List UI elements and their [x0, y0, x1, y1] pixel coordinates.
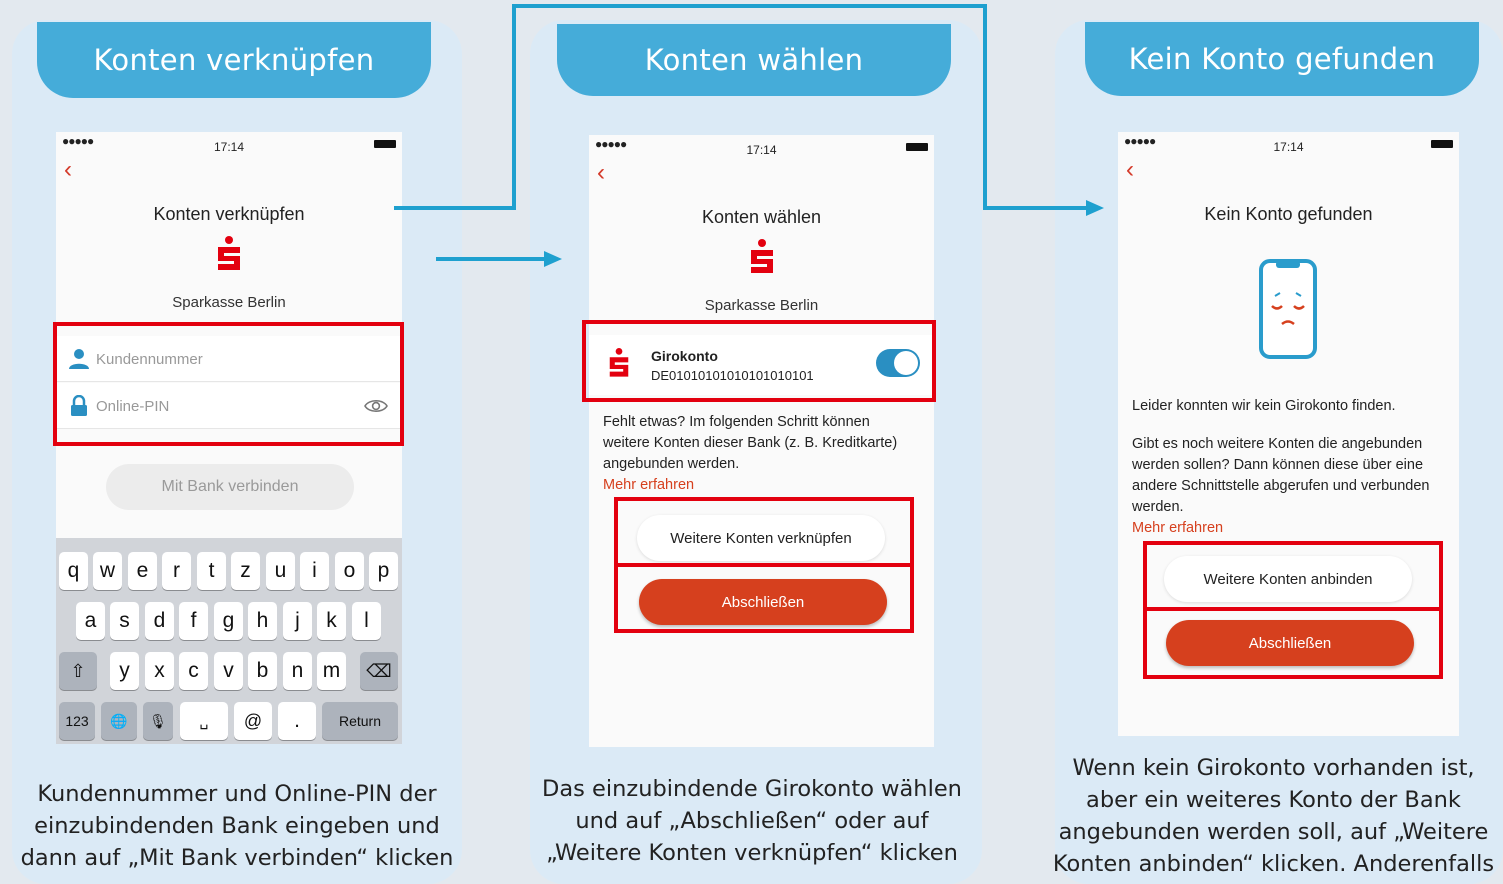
key[interactable]: n [283, 652, 312, 690]
key[interactable]: v [214, 652, 243, 690]
highlight-finish-button [614, 563, 914, 633]
key[interactable]: y [110, 652, 139, 690]
info-text-body: Fehlt etwas? Im folgenden Schritt können… [603, 414, 898, 472]
highlight-account [582, 320, 936, 402]
info-text-body: Gibt es noch weitere Konten die angebund… [1132, 436, 1430, 515]
flow-arrow-1-head-icon [544, 251, 562, 267]
phone-screen-choose: ●●●●● 17:14 ‹ Konten wählen Sparkasse Be… [589, 135, 934, 747]
back-icon[interactable]: ‹ [597, 161, 605, 185]
bank-name: Sparkasse Berlin [172, 294, 286, 311]
at-key[interactable]: @ [234, 702, 272, 740]
flow-arrow-2-head-icon [1086, 200, 1104, 216]
sparkasse-logo-icon [750, 239, 773, 273]
highlight-finish-button [1143, 607, 1443, 679]
more-info-link[interactable]: Mehr erfahren [1132, 518, 1450, 539]
status-time: 17:14 [213, 140, 245, 154]
return-key[interactable]: Return [322, 702, 398, 740]
key[interactable]: w [93, 552, 122, 590]
page-title: Konten wählen [701, 207, 822, 227]
key[interactable]: p [369, 552, 398, 590]
key[interactable]: j [283, 602, 312, 640]
step-caption-none-found: Wenn kein Girokonto vorhanden ist, aber … [1052, 755, 1495, 884]
key[interactable]: g [214, 602, 243, 640]
step-header-choose: Konten wählen [557, 24, 951, 96]
flow-arrow-2-seg-e [983, 206, 1089, 210]
key[interactable]: s [110, 602, 139, 640]
highlight-login-fields [53, 322, 404, 446]
key[interactable]: f [179, 602, 208, 640]
key[interactable]: u [266, 552, 295, 590]
more-info-link[interactable]: Mehr erfahren [603, 475, 913, 496]
on-screen-keyboard: q w e r t z u i o p a s d f g h j k l ⇧ … [56, 538, 402, 744]
sparkasse-logo-icon [218, 236, 240, 270]
bank-name: Sparkasse Berlin [704, 297, 819, 314]
page-title: Konten verknüpfen [153, 204, 305, 224]
key[interactable]: h [248, 602, 277, 640]
status-bar: ●●●●● 17:14 [56, 132, 402, 156]
battery-icon [1431, 140, 1453, 148]
key[interactable]: x [145, 652, 174, 690]
step-caption-connect: Kundennummer und Online-PIN der einzubin… [20, 781, 454, 871]
flow-arrow-2-seg-d [983, 4, 987, 210]
key[interactable]: k [317, 602, 346, 640]
info-text: Fehlt etwas? Im folgenden Schritt können… [603, 412, 913, 496]
highlight-add-more-button [1143, 541, 1443, 611]
shift-key[interactable]: ⇧ [59, 652, 97, 690]
key[interactable]: e [128, 552, 157, 590]
status-time: 17:14 [1273, 140, 1304, 154]
key[interactable]: c [179, 652, 208, 690]
microphone-key[interactable]: 🎙 [143, 702, 173, 740]
dot-key[interactable]: . [278, 702, 316, 740]
space-key[interactable]: ␣ [180, 702, 228, 740]
back-icon[interactable]: ‹ [64, 158, 72, 182]
sad-phone-icon [1259, 259, 1317, 359]
numbers-key[interactable]: 123 [59, 702, 95, 740]
key[interactable]: z [231, 552, 260, 590]
connect-bank-button[interactable]: Mit Bank verbinden [106, 464, 354, 510]
step-caption-choose: Das einzubindende Girokonto wählen und a… [542, 776, 962, 866]
no-account-message: Leider konnten wir kein Girokonto finden… [1132, 398, 1396, 414]
flow-arrow-2-seg-c [512, 4, 987, 8]
status-bar: ●●●●● 17:14 [589, 135, 934, 159]
key[interactable]: l [352, 602, 381, 640]
key[interactable]: b [248, 652, 277, 690]
flow-arrow-2-seg-a [394, 206, 516, 210]
step-header-connect: Konten verknüpfen [37, 22, 431, 98]
key[interactable]: t [197, 552, 226, 590]
key[interactable]: d [145, 602, 174, 640]
battery-icon [906, 143, 928, 151]
delete-key[interactable]: ⌫ [360, 652, 398, 690]
key[interactable]: o [335, 552, 364, 590]
key[interactable]: r [162, 552, 191, 590]
back-icon[interactable]: ‹ [1126, 158, 1134, 182]
page-title: Kein Konto gefunden [1204, 204, 1373, 224]
key[interactable]: i [300, 552, 329, 590]
key[interactable]: m [317, 652, 346, 690]
info-text: Gibt es noch weitere Konten die angebund… [1132, 434, 1450, 539]
key[interactable]: q [59, 552, 88, 590]
flow-arrow-2-seg-b [512, 4, 516, 210]
battery-icon [374, 140, 396, 148]
status-time: 17:14 [746, 143, 777, 157]
key[interactable]: a [76, 602, 105, 640]
globe-key[interactable]: 🌐 [101, 702, 137, 740]
status-bar: ●●●●● 17:14 [1118, 132, 1459, 156]
step-header-none-found: Kein Konto gefunden [1085, 22, 1479, 96]
highlight-link-more-button [614, 497, 914, 567]
flow-arrow-1-line [436, 257, 548, 261]
